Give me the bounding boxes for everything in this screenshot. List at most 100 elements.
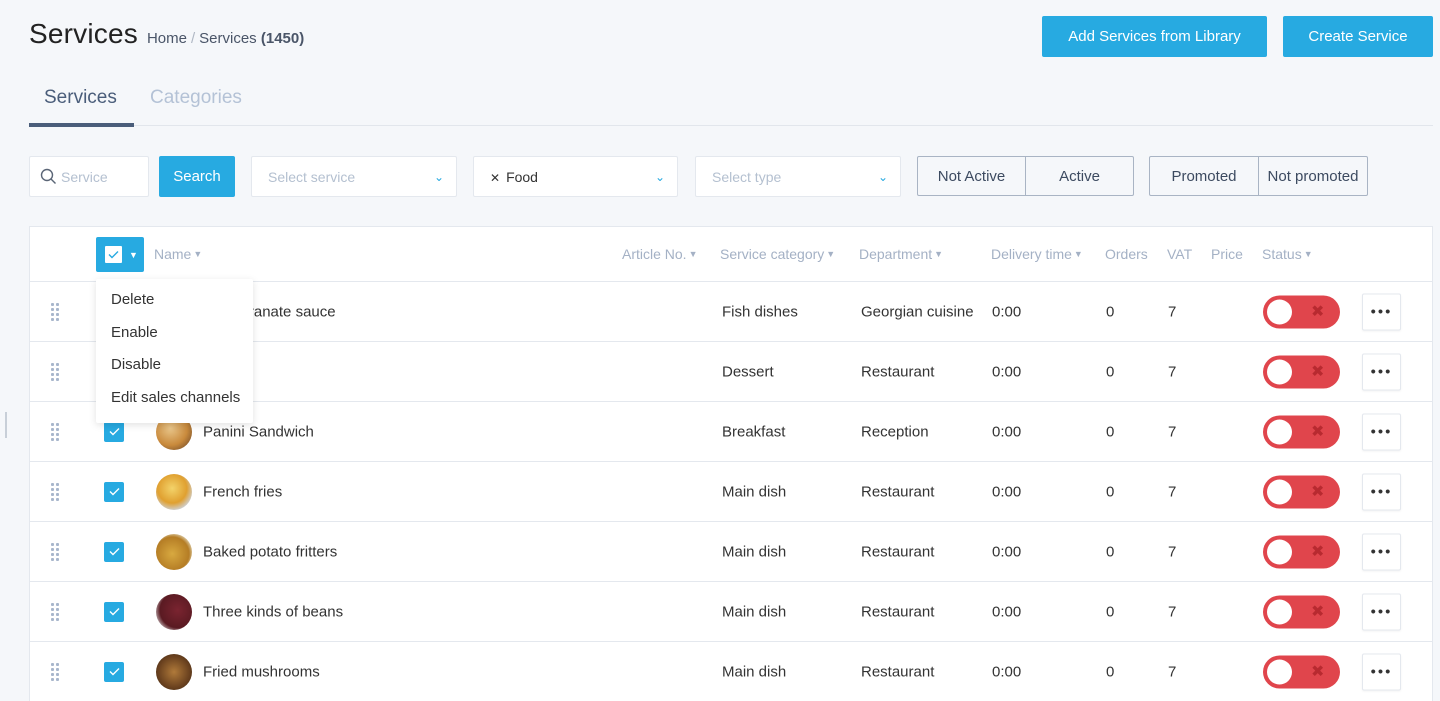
status-toggle[interactable]: ✖ — [1263, 295, 1340, 328]
breadcrumb-home[interactable]: Home — [147, 30, 187, 47]
select-service-dropdown[interactable]: Select service ⌄ — [251, 156, 457, 197]
status-toggle[interactable]: ✖ — [1263, 535, 1340, 568]
column-label: Service category — [720, 246, 825, 262]
breadcrumb-separator: / — [190, 30, 196, 47]
menu-item-delete[interactable]: Delete — [96, 291, 253, 324]
more-actions-button[interactable]: ••• — [1362, 533, 1401, 570]
department: Restaurant — [861, 663, 935, 680]
service-thumbnail — [156, 593, 192, 630]
status-toggle[interactable]: ✖ — [1263, 355, 1340, 388]
status-toggle[interactable]: ✖ — [1263, 475, 1340, 508]
column-header-name[interactable]: Name ▼ — [154, 246, 202, 262]
column-header-article-no[interactable]: Article No. ▼ — [622, 246, 698, 262]
orders-count: 0 — [1106, 663, 1115, 680]
column-header-vat: VAT — [1167, 246, 1193, 262]
not-promoted-filter-button[interactable]: Not promoted — [1258, 157, 1367, 195]
toggle-knob — [1267, 539, 1292, 564]
select-all-checkbox[interactable] — [105, 246, 122, 263]
vat-value: 7 — [1168, 423, 1177, 440]
search-button[interactable]: Search — [159, 156, 235, 197]
active-filter-button[interactable]: Active — [1025, 157, 1133, 195]
orders-count: 0 — [1106, 603, 1115, 620]
promoted-filter-button[interactable]: Promoted — [1150, 157, 1258, 195]
category-filter-dropdown[interactable]: ✕ Food ⌄ — [473, 156, 678, 197]
orders-count: 0 — [1106, 363, 1115, 380]
service-name[interactable]: Panini Sandwich — [203, 423, 314, 440]
drag-handle-icon[interactable] — [51, 362, 61, 381]
column-header-status[interactable]: Status ▼ — [1262, 246, 1313, 262]
more-actions-button[interactable]: ••• — [1362, 473, 1401, 510]
department: Reception — [861, 423, 929, 440]
service-name[interactable]: Three kinds of beans — [203, 603, 343, 620]
add-services-from-library-button[interactable]: Add Services from Library — [1042, 16, 1267, 57]
menu-item-disable[interactable]: Disable — [96, 356, 253, 389]
toggle-knob — [1267, 359, 1292, 384]
close-x-icon: ✖ — [1311, 423, 1325, 440]
create-service-button[interactable]: Create Service — [1283, 16, 1433, 57]
active-tab-indicator — [29, 123, 134, 127]
more-actions-button[interactable]: ••• — [1362, 413, 1401, 450]
service-name[interactable]: Fried mushrooms — [203, 663, 320, 680]
more-actions-button[interactable]: ••• — [1362, 353, 1401, 390]
remove-tag-icon[interactable]: ✕ — [490, 171, 500, 185]
vat-value: 7 — [1168, 363, 1177, 380]
service-search-input[interactable]: Service — [29, 156, 149, 197]
status-toggle[interactable]: ✖ — [1263, 595, 1340, 628]
sort-caret-icon: ▼ — [934, 249, 944, 259]
drag-handle-icon[interactable] — [51, 602, 61, 621]
menu-item-edit-sales-channels[interactable]: Edit sales channels — [96, 389, 253, 422]
tab-categories[interactable]: Categories — [150, 87, 242, 109]
orders-count: 0 — [1106, 543, 1115, 560]
column-header-service-category[interactable]: Service category ▼ — [720, 246, 835, 262]
row-checkbox[interactable] — [104, 601, 124, 622]
search-icon — [40, 168, 56, 184]
column-header-department[interactable]: Department ▼ — [859, 246, 943, 262]
drag-handle-icon[interactable] — [51, 422, 61, 441]
not-active-filter-button[interactable]: Not Active — [918, 157, 1025, 195]
delivery-time: 0:00 — [992, 483, 1022, 500]
sort-caret-icon: ▼ — [1073, 249, 1083, 259]
delivery-time: 0:00 — [992, 603, 1022, 620]
row-checkbox[interactable] — [104, 481, 124, 502]
chevron-down-icon: ⌄ — [654, 169, 665, 184]
select-type-dropdown[interactable]: Select type ⌄ — [695, 156, 901, 197]
sort-caret-icon: ▼ — [193, 249, 203, 259]
column-label: Status — [1262, 246, 1302, 262]
table-row: French fries Main dish Restaurant 0:00 0… — [30, 462, 1432, 522]
more-actions-button[interactable]: ••• — [1362, 653, 1401, 690]
drag-handle-icon[interactable] — [51, 542, 61, 561]
vat-value: 7 — [1168, 603, 1177, 620]
more-dots-icon: ••• — [1370, 363, 1393, 380]
tab-bar: Services Categories — [29, 80, 1433, 127]
promotion-toggle-group: Promoted Not promoted — [1149, 156, 1368, 196]
table-row: Three kinds of beans Main dish Restauran… — [30, 582, 1432, 642]
delivery-time: 0:00 — [992, 423, 1022, 440]
drag-handle-icon[interactable] — [51, 302, 61, 321]
drag-handle-icon[interactable] — [51, 662, 61, 681]
column-header-delivery-time[interactable]: Delivery time ▼ — [991, 246, 1083, 262]
more-actions-button[interactable]: ••• — [1362, 593, 1401, 630]
vat-value: 7 — [1168, 543, 1177, 560]
menu-item-enable[interactable]: Enable — [96, 324, 253, 357]
status-toggle[interactable]: ✖ — [1263, 415, 1340, 448]
row-checkbox[interactable] — [104, 661, 124, 682]
row-checkbox[interactable] — [104, 421, 124, 442]
check-icon — [109, 488, 119, 496]
side-panel-handle[interactable] — [5, 412, 7, 438]
check-icon — [109, 668, 119, 676]
check-icon — [109, 548, 119, 556]
service-name[interactable]: Baked potato fritters — [203, 543, 337, 560]
drag-handle-icon[interactable] — [51, 482, 61, 501]
status-toggle[interactable]: ✖ — [1263, 655, 1340, 688]
breadcrumb-current: Services — [199, 30, 257, 47]
more-actions-button[interactable]: ••• — [1362, 293, 1401, 330]
check-icon — [109, 608, 119, 616]
service-name[interactable]: French fries — [203, 483, 282, 500]
column-header-orders: Orders — [1105, 246, 1148, 262]
tab-services[interactable]: Services — [44, 87, 117, 109]
bulk-select-button[interactable]: ▼ — [96, 237, 144, 272]
row-checkbox[interactable] — [104, 541, 124, 562]
check-icon — [108, 251, 119, 259]
column-label: Department — [859, 246, 933, 262]
column-label: Name — [154, 246, 192, 262]
